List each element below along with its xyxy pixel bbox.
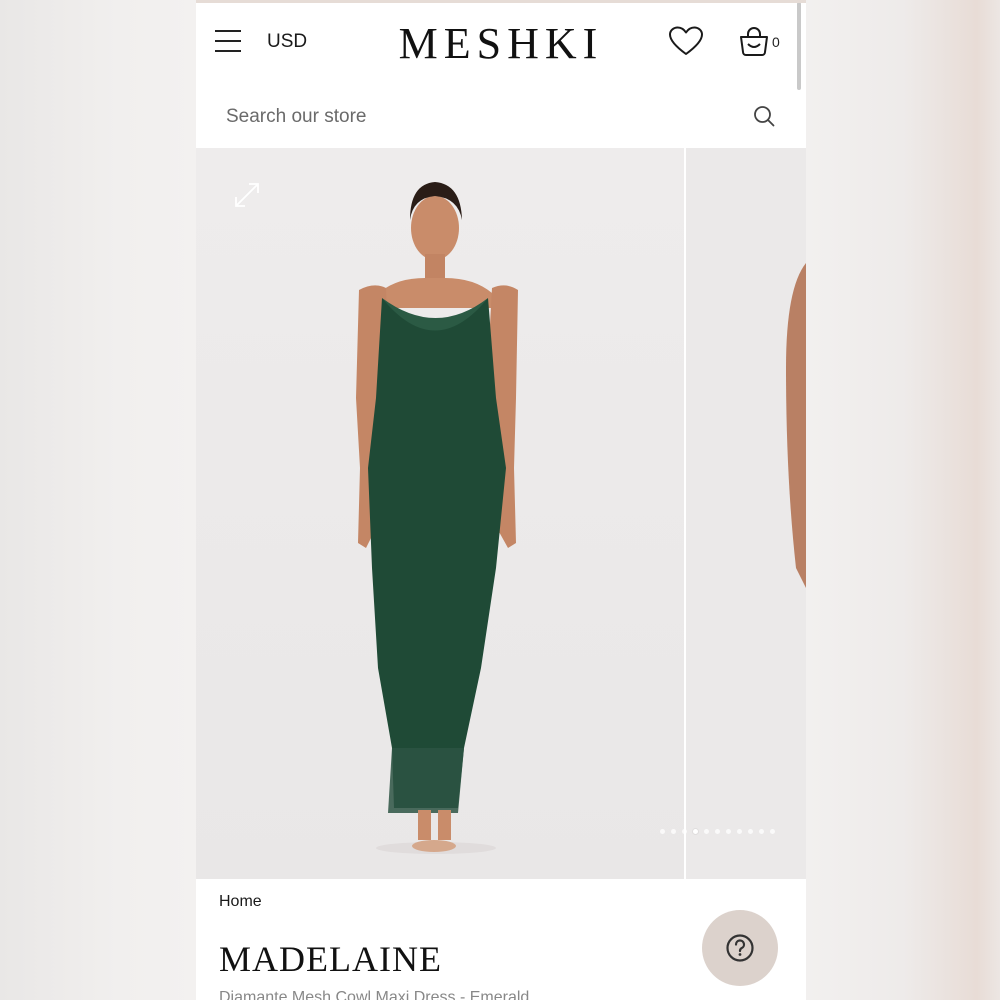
pagination-dot[interactable] bbox=[682, 829, 687, 834]
background-left bbox=[0, 0, 196, 1000]
model-in-dress-image bbox=[356, 182, 518, 854]
product-image-gallery[interactable] bbox=[196, 148, 806, 879]
breadcrumb-home[interactable]: Home bbox=[219, 893, 262, 911]
shopping-bag-icon[interactable] bbox=[738, 25, 770, 57]
search-icon[interactable] bbox=[753, 105, 775, 127]
pagination-dot[interactable] bbox=[759, 829, 764, 834]
question-mark-icon bbox=[726, 934, 754, 962]
product-title: MADELAINE bbox=[219, 939, 442, 979]
model-arm-image bbox=[786, 263, 806, 588]
product-subtitle: Diamante Mesh Cowl Maxi Dress - Emerald bbox=[219, 989, 530, 1000]
gallery-pagination bbox=[660, 829, 775, 834]
site-header: USD MESHKI 0 bbox=[196, 0, 806, 83]
pagination-dot[interactable] bbox=[770, 829, 775, 834]
mobile-page: USD MESHKI 0 Search our store Home MADEL… bbox=[196, 0, 806, 1000]
search-bar bbox=[196, 82, 806, 148]
product-next-image[interactable] bbox=[686, 148, 806, 879]
page-scrollbar[interactable] bbox=[797, 2, 801, 90]
background-right bbox=[806, 0, 1000, 1000]
pagination-dot[interactable] bbox=[726, 829, 731, 834]
brand-logo[interactable]: MESHKI bbox=[196, 18, 806, 69]
pagination-dot[interactable] bbox=[671, 829, 676, 834]
top-edge-band bbox=[196, 0, 806, 3]
expand-icon[interactable] bbox=[232, 180, 262, 210]
pagination-dot-active[interactable] bbox=[693, 829, 698, 834]
pagination-dot[interactable] bbox=[748, 829, 753, 834]
heart-icon[interactable] bbox=[669, 26, 703, 56]
pagination-dot[interactable] bbox=[715, 829, 720, 834]
search-input[interactable] bbox=[224, 102, 728, 132]
pagination-dot[interactable] bbox=[737, 829, 742, 834]
pagination-dot[interactable] bbox=[704, 829, 709, 834]
help-button[interactable] bbox=[702, 910, 778, 986]
pagination-dot[interactable] bbox=[660, 829, 665, 834]
product-main-image[interactable] bbox=[196, 148, 684, 879]
cart-count-badge: 0 bbox=[772, 34, 780, 50]
